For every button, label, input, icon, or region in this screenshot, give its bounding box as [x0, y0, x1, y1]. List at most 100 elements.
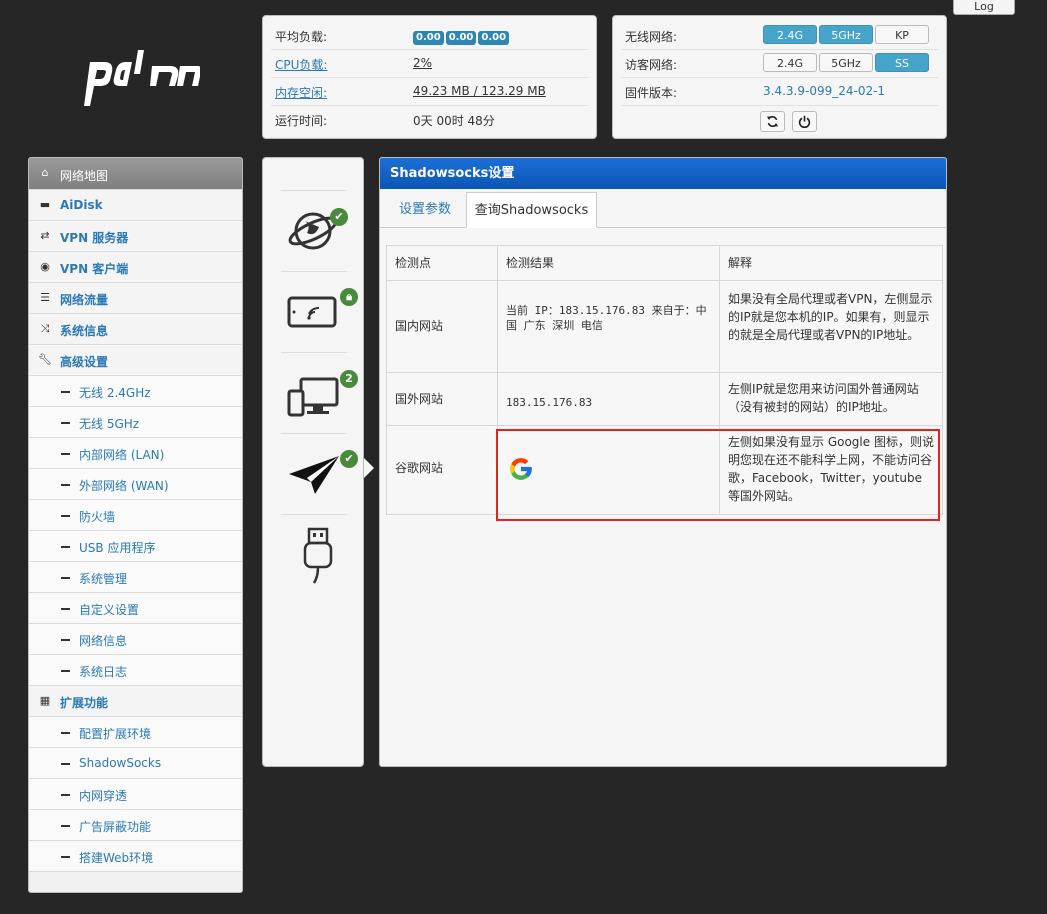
guest-5g-button[interactable]: 5GHz: [819, 53, 873, 72]
sidebar-item-label: 系统管理: [79, 572, 128, 586]
sidebar-item-nat-traversal[interactable]: 内网穿透: [29, 779, 242, 810]
network-status-panel: 无线网络: 2.4G 5GHz KP 访客网络: 2.4G 5GHz SS 固件版本: …: [612, 15, 947, 139]
sidebar-item-label: 网络流量: [60, 293, 109, 307]
usb-cell[interactable]: [281, 514, 347, 595]
load-values: 0.00 0.00 0.00: [413, 29, 511, 45]
load-badge-1: 0.00: [413, 31, 444, 45]
power-button[interactable]: [792, 111, 817, 132]
row-foreign-result: 183.15.176.83: [506, 396, 593, 409]
row-domestic-point: 国内网站: [387, 281, 498, 372]
devices-cell[interactable]: 2: [281, 352, 358, 433]
row-domestic-note-cell: 如果没有全局代理或者VPN，左侧显示的IP就是您本机的IP。如果有，则显示的就是…: [720, 281, 942, 372]
panel-title: Shadowsocks设置: [380, 158, 946, 189]
uptime-row: 运行时间: 0天 00时 48分: [271, 106, 588, 133]
refresh-button[interactable]: [760, 111, 785, 132]
wrench-icon: 🔧︎: [38, 353, 52, 366]
log-button[interactable]: Log: [953, 0, 1015, 15]
sidebar-item-label: 广告屏蔽功能: [79, 820, 152, 834]
cpu-row: CPU负载: 2%: [271, 50, 588, 78]
sidebar-item-wan[interactable]: 外部网络 (WAN): [29, 469, 242, 500]
devices-icon: [287, 377, 339, 417]
vpn-server-icon: ⇄: [40, 229, 50, 242]
sidebar-item-label: 无线 5GHz: [79, 417, 140, 431]
tab-bar: 设置参数 查询Shadowsocks: [380, 189, 946, 228]
selected-indicator-arrow: [364, 458, 374, 478]
guest-2g-button[interactable]: 2.4G: [763, 53, 817, 72]
sidebar-item-label: 自定义设置: [79, 603, 140, 617]
sidebar-item-label: 配置扩展环境: [79, 727, 152, 741]
memory-free-link[interactable]: 内存空闲:: [275, 84, 327, 101]
cpu-load-link[interactable]: CPU负载:: [275, 56, 327, 73]
sidebar-item-label: 网络地图: [60, 169, 109, 183]
sidebar-item-label: 外部网络 (WAN): [79, 479, 169, 493]
wifi-2g-button[interactable]: 2.4G: [763, 25, 817, 44]
row-foreign-result-cell: 183.15.176.83: [498, 373, 720, 425]
sidebar-item-label: 扩展功能: [60, 696, 109, 710]
sidebar-item-advanced[interactable]: 🔧︎ 高级设置: [29, 345, 242, 376]
home-icon: ⌂: [41, 166, 49, 179]
router-tablet-icon: [287, 296, 337, 328]
sidebar-item-label: 网络信息: [79, 634, 128, 648]
sidebar-item-extension-env[interactable]: 配置扩展环境: [29, 717, 242, 748]
load-badge-5: 0.00: [445, 31, 477, 45]
sidebar-item-firewall[interactable]: 防火墙: [29, 500, 242, 531]
guest-buttons: 2.4G 5GHz SS: [763, 53, 931, 72]
sidebar-item-vpn-client[interactable]: ◉ VPN 客户端: [29, 252, 242, 283]
sidebar-item-wireless-24[interactable]: 无线 2.4GHz: [29, 376, 242, 407]
tab-settings-params[interactable]: 设置参数: [386, 192, 464, 227]
table-row: 国外网站 183.15.176.83 左侧IP就是您用来访问国外普通网站（没有被…: [387, 373, 942, 426]
row-foreign-note: 左侧IP就是您用来访问国外普通网站（没有被封的网站）的IP地址。: [728, 382, 919, 414]
sidebar-item-wireless-5[interactable]: 无线 5GHz: [29, 407, 242, 438]
guest-row: 访客网络: 2.4G 5GHz SS: [621, 50, 938, 78]
row-foreign-note-cell: 左侧IP就是您用来访问国外普通网站（没有被封的网站）的IP地址。: [720, 373, 942, 425]
sidebar-item-system-admin[interactable]: 系统管理: [29, 562, 242, 593]
sidebar-item-label: 内网穿透: [79, 789, 128, 803]
shuffle-icon: ⤨: [40, 322, 50, 335]
sidebar-item-extensions[interactable]: ▦ 扩展功能: [29, 686, 242, 717]
memory-free-value: 49.23 MB / 123.29 MB: [413, 84, 546, 98]
sidebar-item-system-info[interactable]: ⤨ 系统信息: [29, 314, 242, 345]
table-row: 国内网站 当前 IP：183.15.176.83 来自于：中国 广东 深圳 电信…: [387, 281, 942, 373]
sidebar-menu: ⌂ 网络地图 ▬ AiDisk ⇄ VPN 服务器 ◉ VPN 客户端 ☰ 网络…: [28, 157, 243, 893]
firmware-label: 固件版本:: [625, 86, 678, 100]
wifi-kp-button[interactable]: KP: [875, 25, 929, 44]
traffic-icon: ☰: [40, 291, 50, 304]
sidebar-item-web-env[interactable]: 搭建Web环境: [29, 841, 242, 872]
sidebar-item-aidisk[interactable]: ▬ AiDisk: [29, 190, 242, 221]
sidebar-item-lan[interactable]: 内部网络 (LAN): [29, 438, 242, 469]
sidebar-item-label: ShadowSocks: [79, 756, 162, 770]
check-icon: ✔: [340, 450, 358, 468]
row-domestic-note: 如果没有全局代理或者VPN，左侧显示的IP就是您本机的IP。如果有，则显示的就是…: [728, 292, 933, 342]
sidebar-item-custom-settings[interactable]: 自定义设置: [29, 593, 242, 624]
shadowsocks-cell[interactable]: ✔: [281, 433, 358, 514]
system-status-panel: 平均负载: 0.00 0.00 0.00 CPU负载: 2% 内存空闲: 49.23…: [262, 15, 597, 139]
globe-icon: ◉: [40, 260, 50, 273]
sidebar-item-network-map[interactable]: ⌂ 网络地图: [29, 158, 242, 190]
sidebar-item-shadowsocks[interactable]: ShadowSocks: [29, 748, 242, 779]
sidebar-item-traffic[interactable]: ☰ 网络流量: [29, 283, 242, 314]
guest-label: 访客网络:: [625, 58, 678, 72]
sidebar-item-label: USB 应用程序: [79, 541, 156, 555]
grid-icon: ▦: [39, 694, 51, 707]
wifi-buttons: 2.4G 5GHz KP: [763, 25, 931, 44]
guest-ss-button[interactable]: SS: [875, 53, 929, 72]
internet-cell[interactable]: ✔: [281, 190, 348, 271]
tab-query-shadowsocks[interactable]: 查询Shadowsocks: [466, 192, 597, 228]
sidebar-item-label: AiDisk: [60, 198, 103, 212]
firmware-version-link[interactable]: 3.4.3.9-099_24-02-1: [763, 84, 885, 98]
row-google-point: 谷歌网站: [387, 426, 498, 514]
load-badge-15: 0.00: [478, 31, 510, 45]
sidebar-item-label: 防火墙: [79, 510, 116, 524]
row-domestic-result-cell: 当前 IP：183.15.176.83 来自于：中国 广东 深圳 电信: [498, 281, 720, 372]
sidebar-item-usb-apps[interactable]: USB 应用程序: [29, 531, 242, 562]
sidebar-item-system-log[interactable]: 系统日志: [29, 655, 242, 686]
wifi-label: 无线网络:: [625, 30, 678, 44]
sidebar-item-ad-block[interactable]: 广告屏蔽功能: [29, 810, 242, 841]
row-domestic-result: 当前 IP：183.15.176.83 来自于：中国 广东 深圳 电信: [506, 304, 707, 332]
sidebar-item-vpn-server[interactable]: ⇄ VPN 服务器: [29, 221, 242, 252]
router-cell[interactable]: 🔒︎: [281, 271, 358, 352]
row-foreign-point: 国外网站: [387, 373, 498, 425]
wifi-5g-button[interactable]: 5GHz: [819, 25, 873, 44]
table-header-row: 检测点 检测结果 解释: [387, 246, 942, 281]
sidebar-item-network-info[interactable]: 网络信息: [29, 624, 242, 655]
